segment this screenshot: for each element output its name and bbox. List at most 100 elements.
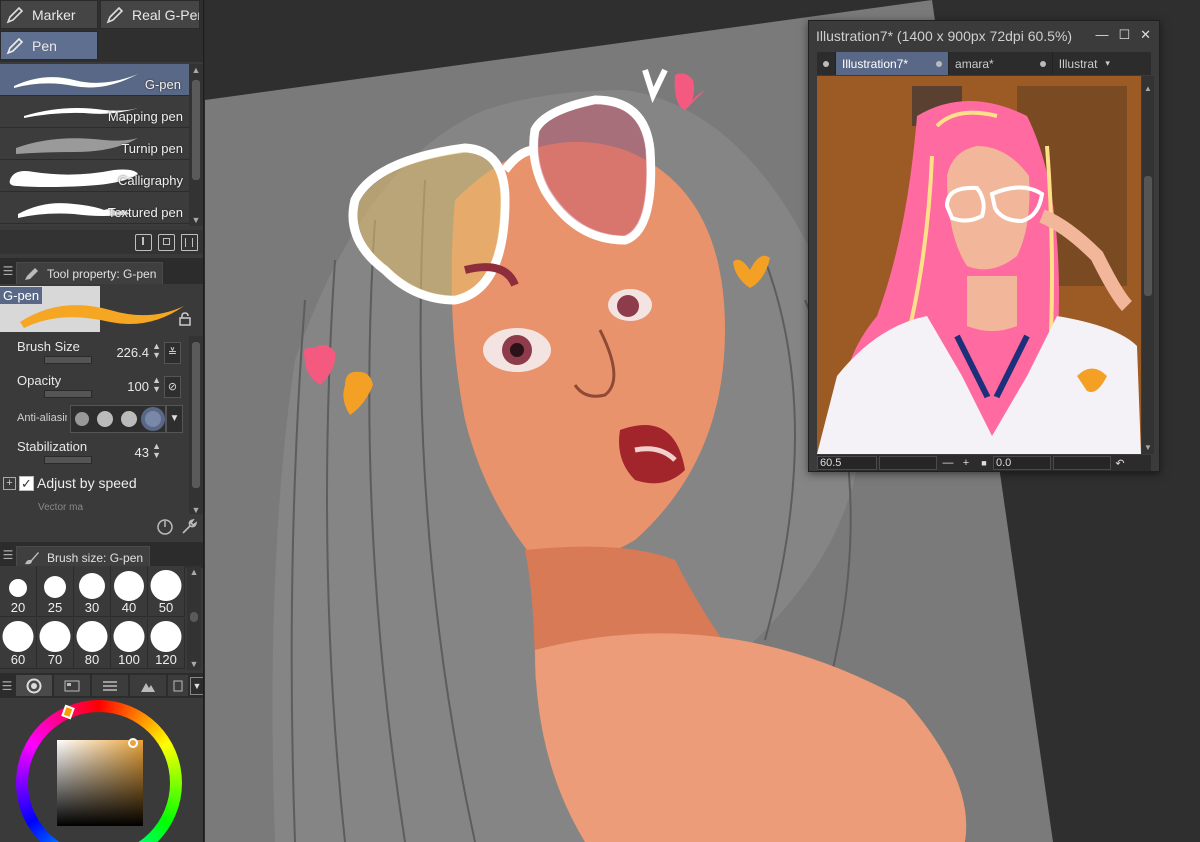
zoom-slider[interactable] xyxy=(879,456,937,470)
tab-color-set[interactable] xyxy=(54,675,90,696)
pen-settings-icon xyxy=(25,267,38,280)
panel-menu-icon[interactable]: ☰ xyxy=(0,264,16,278)
antialias-dropdown[interactable]: ▼ xyxy=(166,405,183,433)
sv-picker-handle[interactable] xyxy=(128,738,138,748)
brush-size-spinner[interactable]: ▲ ▼ xyxy=(152,342,161,360)
brush-size-preset[interactable]: 50 xyxy=(148,566,185,617)
brush-item-calligraphy[interactable]: Calligraphy xyxy=(0,160,189,192)
scroll-up-arrow[interactable]: ▲ xyxy=(1144,84,1152,93)
tab-amara[interactable]: amara* xyxy=(949,52,1053,75)
scroll-thumb[interactable] xyxy=(190,612,198,622)
close-tab-icon[interactable] xyxy=(1039,60,1046,67)
scroll-thumb[interactable] xyxy=(1144,176,1152,296)
fit-icon[interactable]: ■ xyxy=(975,458,993,468)
antialias-selector[interactable] xyxy=(70,405,166,433)
stabilization-value[interactable]: 43 xyxy=(135,445,149,460)
brush-size-preset[interactable]: 100 xyxy=(111,618,148,669)
scroll-up-arrow[interactable]: ▲ xyxy=(187,566,201,578)
scroll-down-arrow[interactable]: ▼ xyxy=(189,214,203,226)
tab-tool-property[interactable]: Tool property: G-pen xyxy=(16,262,164,284)
brush-item-turnip-pen[interactable]: Turnip pen xyxy=(0,128,189,160)
tab-pin[interactable] xyxy=(817,52,836,75)
tab-marker[interactable]: Marker xyxy=(0,0,98,29)
download-icon[interactable] xyxy=(135,233,152,251)
opacity-value[interactable]: 100 xyxy=(127,379,149,394)
brush-item-textured-pen[interactable]: Textured pen xyxy=(0,192,189,224)
opacity-slider[interactable] xyxy=(44,390,92,398)
tab-pen[interactable]: Pen xyxy=(0,31,98,60)
tab-illustrat-label: Illustrat xyxy=(1058,56,1098,71)
navigator-preview-image[interactable] xyxy=(817,76,1141,454)
minimize-icon[interactable]: — xyxy=(1095,27,1108,43)
scroll-up-arrow[interactable]: ▲ xyxy=(189,64,203,76)
antialias-medium-option[interactable] xyxy=(121,411,137,427)
tab-illustration7[interactable]: Illustration7* xyxy=(836,52,950,75)
panel-menu-icon[interactable]: ☰ xyxy=(0,679,14,693)
expand-icon[interactable]: + xyxy=(3,476,16,490)
brush-size-scrollbar[interactable]: ▲ ▼ xyxy=(187,566,201,670)
adjust-by-speed-checkbox[interactable]: ✓ xyxy=(19,475,34,491)
rotation-field[interactable]: 0.0 xyxy=(993,456,1051,470)
chevron-down-icon[interactable]: ▾ xyxy=(1105,58,1110,69)
brush-size-preset[interactable]: 40 xyxy=(111,566,148,617)
color-tabs-dropdown[interactable]: ▼ xyxy=(190,676,203,695)
stabilization-row: Stabilization 43 ▲ ▼ xyxy=(0,436,189,470)
brush-size-value[interactable]: 226.4 xyxy=(116,345,149,360)
antialias-strong-option[interactable] xyxy=(145,411,161,427)
tool-property-actions xyxy=(0,514,203,540)
brush-size-preset[interactable]: 25 xyxy=(37,566,74,617)
close-tab-icon[interactable] xyxy=(936,60,943,67)
wrench-icon[interactable] xyxy=(180,518,198,536)
scroll-down-arrow[interactable]: ▼ xyxy=(1144,443,1152,452)
brush-item-mapping-pen[interactable]: Mapping pen xyxy=(0,96,189,128)
antialias-weak-option[interactable] xyxy=(97,411,113,427)
brush-name: Textured pen xyxy=(107,205,183,220)
navigator-scrollbar[interactable]: ▲ ▼ xyxy=(1142,76,1154,454)
tab-illustrat[interactable]: Illustrat ▾ xyxy=(1053,52,1116,75)
tab-brush-size[interactable]: Brush size: G-pen xyxy=(16,546,151,568)
trash-icon[interactable] xyxy=(181,233,198,251)
reset-rotation-icon[interactable]: ↶ xyxy=(1113,457,1127,470)
brush-size-pressure-button[interactable]: ≚ xyxy=(164,342,181,364)
scroll-thumb[interactable] xyxy=(192,342,200,488)
antialias-none-option[interactable] xyxy=(75,412,89,426)
brush-size-preset[interactable]: 30 xyxy=(74,566,111,617)
scroll-thumb[interactable] xyxy=(192,80,200,180)
tab-color-more[interactable] xyxy=(168,675,188,696)
brush-size-preset[interactable]: 120 xyxy=(148,618,185,669)
tab-color-wheel[interactable] xyxy=(16,675,52,696)
stabilization-slider[interactable] xyxy=(44,456,92,464)
navigator-titlebar[interactable]: Illustration7* (1400 x 900px 72dpi 60.5%… xyxy=(809,21,1159,51)
brush-name: Mapping pen xyxy=(107,109,183,124)
maximize-icon[interactable]: ☐ xyxy=(1118,27,1130,43)
zoom-out-icon[interactable]: — xyxy=(939,457,957,469)
opacity-pressure-button[interactable]: ⊘ xyxy=(164,376,181,398)
tool-property-scrollbar[interactable]: ▼ xyxy=(189,336,203,516)
brush-item-gpen[interactable]: G-pen xyxy=(0,64,189,96)
brush-size-preset[interactable]: 70 xyxy=(37,618,74,669)
panel-menu-icon[interactable]: ☰ xyxy=(0,548,16,562)
brush-name: Calligraphy xyxy=(117,173,183,188)
tab-color-slider[interactable] xyxy=(92,675,128,696)
brush-size-slider[interactable] xyxy=(44,356,92,364)
tab-real-gpen[interactable]: Real G-Pen xyxy=(100,0,200,29)
scroll-down-arrow[interactable]: ▼ xyxy=(187,658,201,670)
close-icon[interactable]: ✕ xyxy=(1140,27,1151,43)
lock-icon[interactable] xyxy=(178,312,192,326)
antialias-row: Anti-aliasing ▼ xyxy=(0,402,189,434)
stabilization-spinner[interactable]: ▲ ▼ xyxy=(152,442,161,460)
brush-size-preset[interactable]: 60 xyxy=(0,618,37,669)
brush-size-preset[interactable]: 20 xyxy=(0,566,37,617)
zoom-in-icon[interactable]: + xyxy=(957,457,975,469)
duplicate-icon[interactable] xyxy=(158,233,175,251)
brush-size-row: Brush Size 226.4 ▲ ▼ ≚ xyxy=(0,336,189,370)
dial-icon[interactable] xyxy=(156,518,174,536)
tab-intermediate-color[interactable] xyxy=(130,675,166,696)
brush-list-scrollbar[interactable]: ▲ ▼ xyxy=(189,64,203,226)
zoom-field[interactable]: 60.5 xyxy=(817,456,877,470)
opacity-spinner[interactable]: ▲ ▼ xyxy=(152,376,161,394)
saturation-value-square[interactable] xyxy=(57,740,143,826)
color-wheel[interactable] xyxy=(16,700,184,842)
rotation-slider[interactable] xyxy=(1053,456,1111,470)
brush-size-preset[interactable]: 80 xyxy=(74,618,111,669)
